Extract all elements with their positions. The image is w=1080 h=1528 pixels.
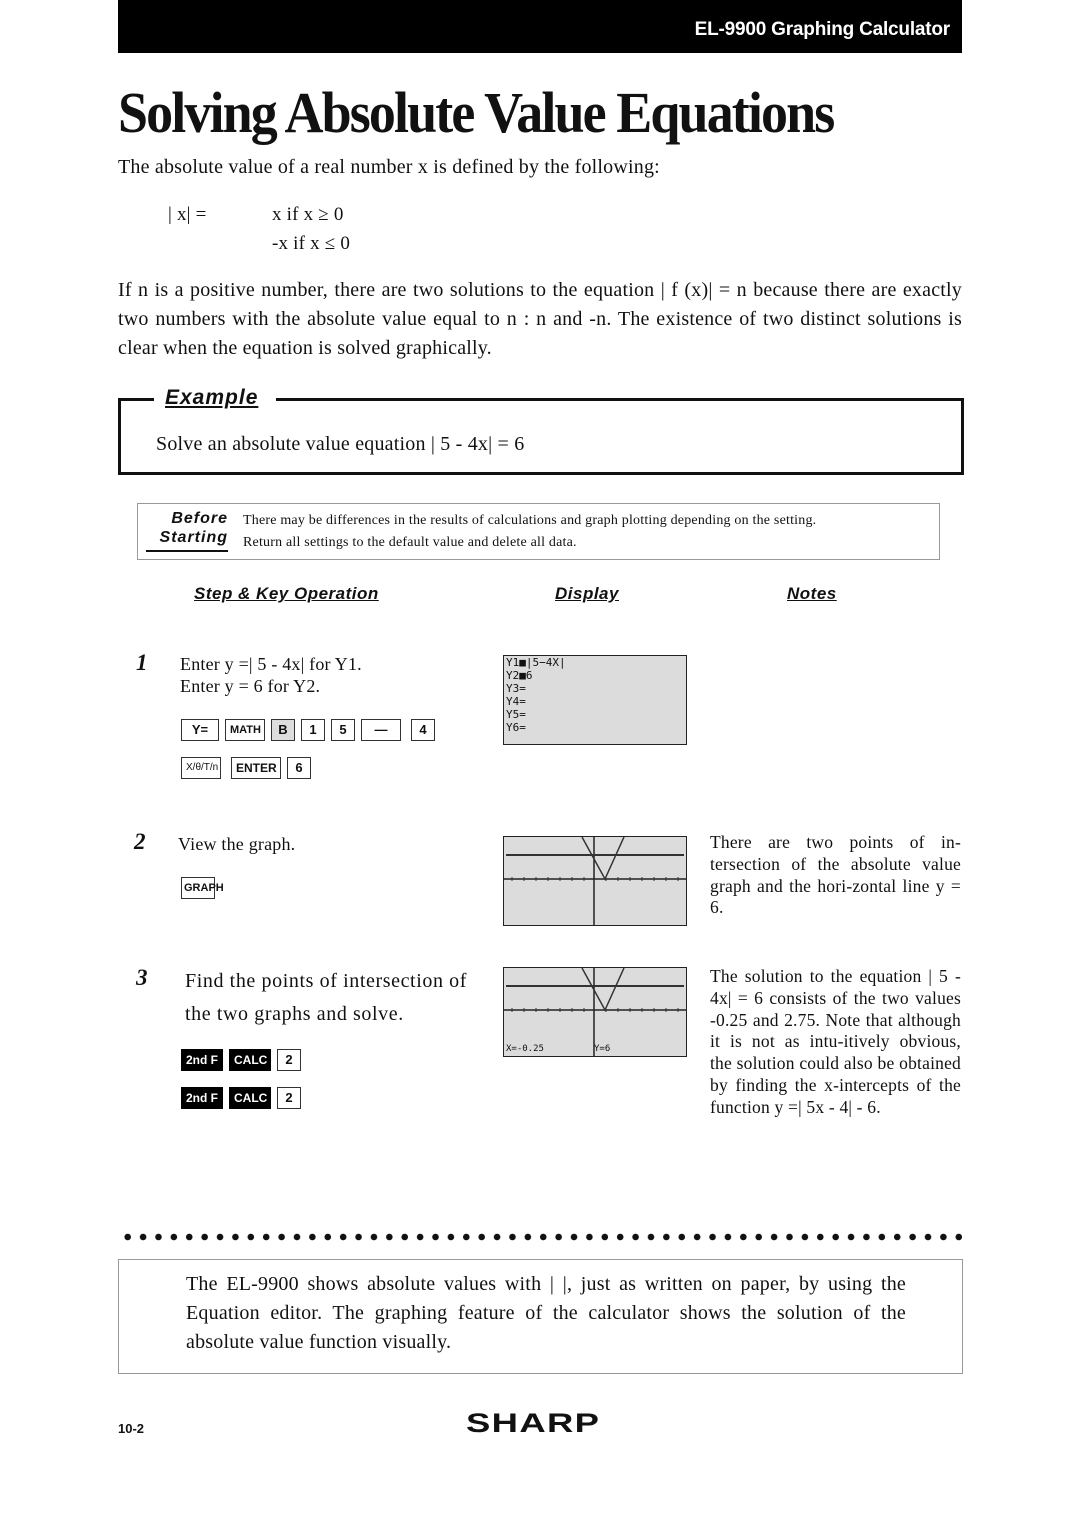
step-1-keys-row-2: X/θ/T/n ENTER 6: [181, 757, 317, 779]
screen-line: Y3=: [506, 682, 526, 695]
screen-line: Y2■6: [506, 669, 533, 682]
step-1-text: Enter y =| 5 - 4x| for Y1. Enter y = 6 f…: [180, 653, 362, 697]
example-text: Solve an absolute value equation | 5 - 4…: [156, 433, 525, 455]
screen-line: Y5=: [506, 708, 526, 721]
screen-line: Y1■|5−4X|: [506, 656, 566, 669]
key-2[interactable]: 2: [277, 1049, 301, 1071]
example-label: Example: [165, 386, 259, 409]
key-graph[interactable]: GRAPH: [181, 877, 224, 899]
graph-plot: [504, 837, 686, 925]
key-5[interactable]: 5: [331, 719, 355, 741]
abs-value-curve: [581, 837, 625, 881]
key-2nd-f[interactable]: 2nd F: [181, 1049, 223, 1071]
key-2nd-f[interactable]: 2nd F: [181, 1087, 223, 1109]
key-y-equals[interactable]: Y=: [181, 719, 219, 741]
intro-paragraph: If n is a positive number, there are two…: [118, 279, 962, 359]
step-2-text: View the graph.: [178, 834, 296, 854]
key-1[interactable]: 1: [301, 719, 325, 741]
key-minus[interactable]: —: [361, 719, 401, 741]
definition-lhs: | x| =: [168, 204, 207, 225]
column-header-step: Step & Key Operation: [194, 584, 379, 603]
key-calc[interactable]: CALC: [229, 1049, 271, 1071]
step-1-line-2: Enter y = 6 for Y2.: [180, 676, 321, 696]
screen-readout-y: Y=6: [594, 1044, 611, 1054]
dotted-divider: [120, 1232, 965, 1242]
key-enter[interactable]: ENTER: [231, 757, 281, 779]
sharp-logo: SHARP: [466, 1408, 601, 1438]
key-b[interactable]: B: [271, 719, 295, 741]
step-3-notes: The solution to the equation | 5 - 4x| =…: [710, 966, 961, 1117]
step-2-notes: There are two points of in-tersection of…: [710, 832, 961, 918]
column-header-notes: Notes: [787, 584, 837, 603]
before-starting-text: There may be differences in the results …: [243, 510, 816, 554]
before-starting-line-1: There may be differences in the results …: [243, 513, 817, 528]
key-6[interactable]: 6: [287, 757, 311, 779]
page-title: Solving Absolute Value Equations: [118, 80, 835, 145]
step-1-line-1: Enter y =| 5 - 4x| for Y1.: [180, 654, 362, 674]
abs-value-curve: [581, 968, 625, 1012]
step-number: 2: [134, 829, 146, 854]
before-starting-label: Before Starting: [146, 509, 228, 547]
key-calc[interactable]: CALC: [229, 1087, 271, 1109]
definition-case-2: -x if x ≤ 0: [272, 233, 351, 254]
key-2[interactable]: 2: [277, 1087, 301, 1109]
header-bar: EL-9900 Graphing Calculator: [118, 0, 962, 53]
abs-definition: | x| = x if x ≥ 0 -x if x ≤ 0: [168, 200, 350, 258]
summary-text: The EL-9900 shows absolute values with |…: [186, 1273, 906, 1353]
calculator-screen-equation-editor: Y1■|5−4X| Y2■6 Y3= Y4= Y5= Y6=: [503, 655, 687, 745]
step-1-keys-row-1: Y= MATH B 1 5 — 4: [181, 719, 441, 741]
key-x-theta-t-n[interactable]: X/θ/T/n: [181, 757, 221, 779]
example-border: [118, 398, 154, 401]
key-math[interactable]: MATH: [225, 719, 265, 741]
page-number: 10-2: [118, 1421, 145, 1436]
step-number: 3: [136, 965, 148, 990]
before-starting-line-2: Return all settings to the default value…: [243, 535, 577, 550]
product-name: EL-9900 Graphing Calculator: [694, 19, 951, 40]
example-border: [276, 398, 962, 401]
step-3-text: Find the points of intersection of the t…: [185, 965, 467, 1031]
screen-line: Y4=: [506, 695, 526, 708]
step-3-keys-row-2: 2nd F CALC 2: [181, 1087, 307, 1109]
column-header-display: Display: [555, 584, 619, 603]
calculator-screen-intersection: X=-0.25 Y=6: [503, 967, 687, 1057]
definition-case-1: x if x ≥ 0: [272, 204, 344, 225]
step-3-line-1: Find the points of intersection of: [185, 970, 468, 992]
step-3-line-2: the two graphs and solve.: [185, 1003, 404, 1025]
screen-line: Y6=: [506, 721, 526, 734]
before-label: Before: [171, 510, 228, 527]
key-4[interactable]: 4: [411, 719, 435, 741]
starting-label: Starting: [159, 529, 228, 546]
screen-readout-x: X=-0.25: [506, 1044, 544, 1054]
step-3-keys-row-1: 2nd F CALC 2: [181, 1049, 307, 1071]
before-starting-underline: [146, 550, 228, 552]
step-number: 1: [136, 650, 148, 675]
calculator-screen-graph: [503, 836, 687, 926]
step-2-keys: GRAPH: [181, 877, 224, 899]
intro-sentence: The absolute value of a real number x is…: [118, 156, 660, 178]
